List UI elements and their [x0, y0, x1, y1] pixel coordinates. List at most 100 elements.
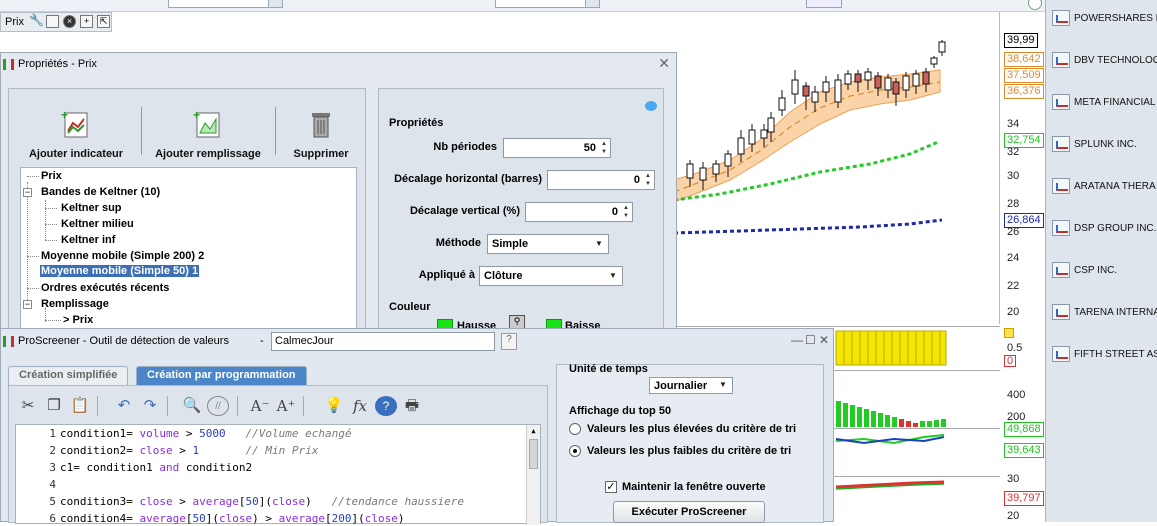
decal-h-spinner[interactable]: 0 ▲ ▼ [547, 170, 655, 190]
redo-icon[interactable]: ↷ [139, 396, 161, 416]
code-line: condition3= close > average[50](close) /… [60, 495, 464, 508]
watchlist-item[interactable]: DBV TECHNOLOG [1050, 42, 1157, 82]
tree-item[interactable]: Keltner inf [61, 234, 115, 246]
decal-v-spinner[interactable]: 0 ▲ ▼ [525, 202, 633, 222]
editor-scrollbar[interactable]: ▲ [526, 425, 540, 525]
info-bubble-icon[interactable] [645, 101, 657, 111]
spin-up-icon[interactable]: ▲ [621, 204, 631, 212]
function-icon[interactable]: fx [349, 396, 371, 416]
top-combo-1[interactable] [168, 0, 283, 8]
tree-item[interactable]: > Prix [63, 314, 93, 326]
minimize-icon[interactable]: — [791, 333, 803, 347]
spin-down-icon[interactable]: ▼ [621, 212, 631, 220]
tab-label: Création par programmation [147, 369, 296, 381]
tree-item[interactable]: Bandes de Keltner (10) [41, 186, 160, 198]
scroll-thumb[interactable] [529, 439, 538, 469]
tree-item[interactable]: Remplissage [41, 298, 109, 310]
properties-titlebar: Propriétés - Prix ✕ [1, 53, 676, 75]
spin-up-icon[interactable]: ▲ [599, 140, 609, 148]
axis-box-label: 49,868 [1007, 423, 1041, 435]
detach-icon[interactable]: ⇱ [97, 15, 110, 28]
close-icon[interactable]: × [63, 15, 76, 28]
radio-lowest[interactable] [569, 445, 581, 457]
tree-item[interactable]: Keltner sup [61, 202, 122, 214]
watchlist-item[interactable]: DSP GROUP INC. [1050, 210, 1157, 250]
chevron-down-icon[interactable]: ▼ [592, 237, 606, 251]
tab-programming[interactable]: Création par programmation [136, 366, 307, 385]
paste-icon[interactable]: 📋 [69, 396, 91, 416]
cut-icon[interactable]: ✂ [17, 396, 39, 416]
chevron-down-icon[interactable] [585, 0, 599, 7]
screener-name-value: CalmecJour [275, 335, 334, 347]
axis-box-hist: 49,868 [1004, 422, 1044, 437]
axis-box-label: 32,754 [1007, 134, 1041, 146]
nb-periodes-spinner[interactable]: 50 ▲ ▼ [503, 138, 611, 158]
font-decrease-icon[interactable]: A⁻ [249, 396, 271, 416]
add-indicator-button[interactable]: + Ajouter indicateur [21, 108, 131, 160]
couleur-label: Couleur [389, 301, 431, 313]
wrench-icon[interactable]: 🔧 [29, 14, 44, 28]
tree-connector [45, 200, 46, 240]
radio-highest[interactable] [569, 423, 581, 435]
add-fill-button[interactable]: + Ajouter remplissage [149, 108, 267, 160]
properties-tree[interactable]: − − Prix Bandes de Keltner (10) Keltner … [20, 167, 357, 332]
yellow-marker [1004, 328, 1014, 338]
tree-item-selected[interactable]: Moyenne mobile (Simple 50) 1 [40, 265, 200, 277]
applique-select[interactable]: Clôture ▼ [479, 266, 623, 286]
watchlist-item[interactable]: TARENA INTERNA [1050, 294, 1157, 334]
font-increase-icon[interactable]: A⁺ [275, 396, 297, 416]
axis-tick: 32 [1007, 146, 1020, 158]
methode-select[interactable]: Simple ▼ [487, 234, 609, 254]
help-icon[interactable] [1028, 0, 1042, 10]
comment-icon[interactable]: // [207, 396, 229, 416]
spin-up-icon[interactable]: ▲ [643, 172, 653, 180]
help-icon[interactable]: ? [501, 333, 517, 350]
ma200-line [673, 218, 943, 235]
help-icon[interactable]: ? [375, 396, 397, 416]
undo-icon[interactable]: ↶ [113, 396, 135, 416]
watchlist-item[interactable]: META FINANCIAL [1050, 84, 1157, 124]
search-icon[interactable]: 🔍 [181, 396, 203, 416]
close-icon[interactable]: ✕ [658, 55, 670, 72]
axis-box-osc: 39,643 [1004, 443, 1044, 458]
tree-collapse-icon[interactable]: − [23, 188, 32, 197]
line-number: 1 [49, 427, 56, 440]
tab-simple[interactable]: Création simplifiée [8, 366, 129, 385]
toolbar-divider [275, 107, 276, 155]
close-icon[interactable]: ✕ [819, 333, 829, 347]
tree-item[interactable]: Keltner milieu [61, 218, 134, 230]
watchlist-item[interactable]: SPLUNK INC. [1050, 126, 1157, 166]
tree-item[interactable]: Moyenne mobile (Simple 200) 2 [41, 250, 204, 262]
spin-down-icon[interactable]: ▼ [599, 148, 609, 156]
print-icon[interactable]: 🖶 [401, 396, 423, 416]
tree-item[interactable]: Prix [41, 170, 62, 182]
nb-periodes-label: Nb périodes [433, 141, 497, 153]
watchlist-item[interactable]: FIFTH STREET AS [1050, 336, 1157, 376]
line-number: 4 [49, 478, 56, 491]
spin-down-icon[interactable]: ▼ [643, 180, 653, 188]
chevron-down-icon[interactable]: ▼ [606, 269, 620, 283]
add-indicator-icon: + [61, 108, 88, 138]
copy-icon[interactable]: ❐ [43, 396, 65, 416]
screener-name-input[interactable]: CalmecJour [271, 332, 495, 351]
top-combo-2[interactable] [495, 0, 600, 8]
tree-item[interactable]: Ordres exécutés récents [41, 282, 169, 294]
code-editor[interactable]: 1 condition1= volume > 5000 //Volume ech… [15, 424, 541, 525]
watchlist-item[interactable]: CSP INC. [1050, 252, 1157, 292]
window-icon[interactable] [46, 15, 59, 28]
watchlist-item[interactable]: ARATANA THERA [1050, 168, 1157, 208]
add-icon[interactable]: + [80, 15, 93, 28]
tree-collapse-icon[interactable]: − [23, 300, 32, 309]
axis-tick: 400 [1007, 389, 1026, 401]
chevron-down-icon[interactable] [268, 0, 282, 7]
lightbulb-icon[interactable]: 💡 [323, 396, 345, 416]
execute-screener-button[interactable]: Exécuter ProScreener [613, 501, 765, 523]
chevron-down-icon[interactable]: ▼ [716, 378, 730, 392]
watchlist-item[interactable]: POWERSHARES I [1050, 0, 1157, 40]
chart-type-button[interactable] [806, 0, 842, 8]
keep-open-checkbox[interactable]: ✓ [605, 481, 617, 493]
delete-button[interactable]: Supprimer [285, 109, 357, 160]
unite-select[interactable]: Journalier ▼ [649, 377, 733, 394]
maximize-icon[interactable]: ☐ [805, 333, 816, 347]
scroll-up-icon[interactable]: ▲ [529, 427, 538, 435]
